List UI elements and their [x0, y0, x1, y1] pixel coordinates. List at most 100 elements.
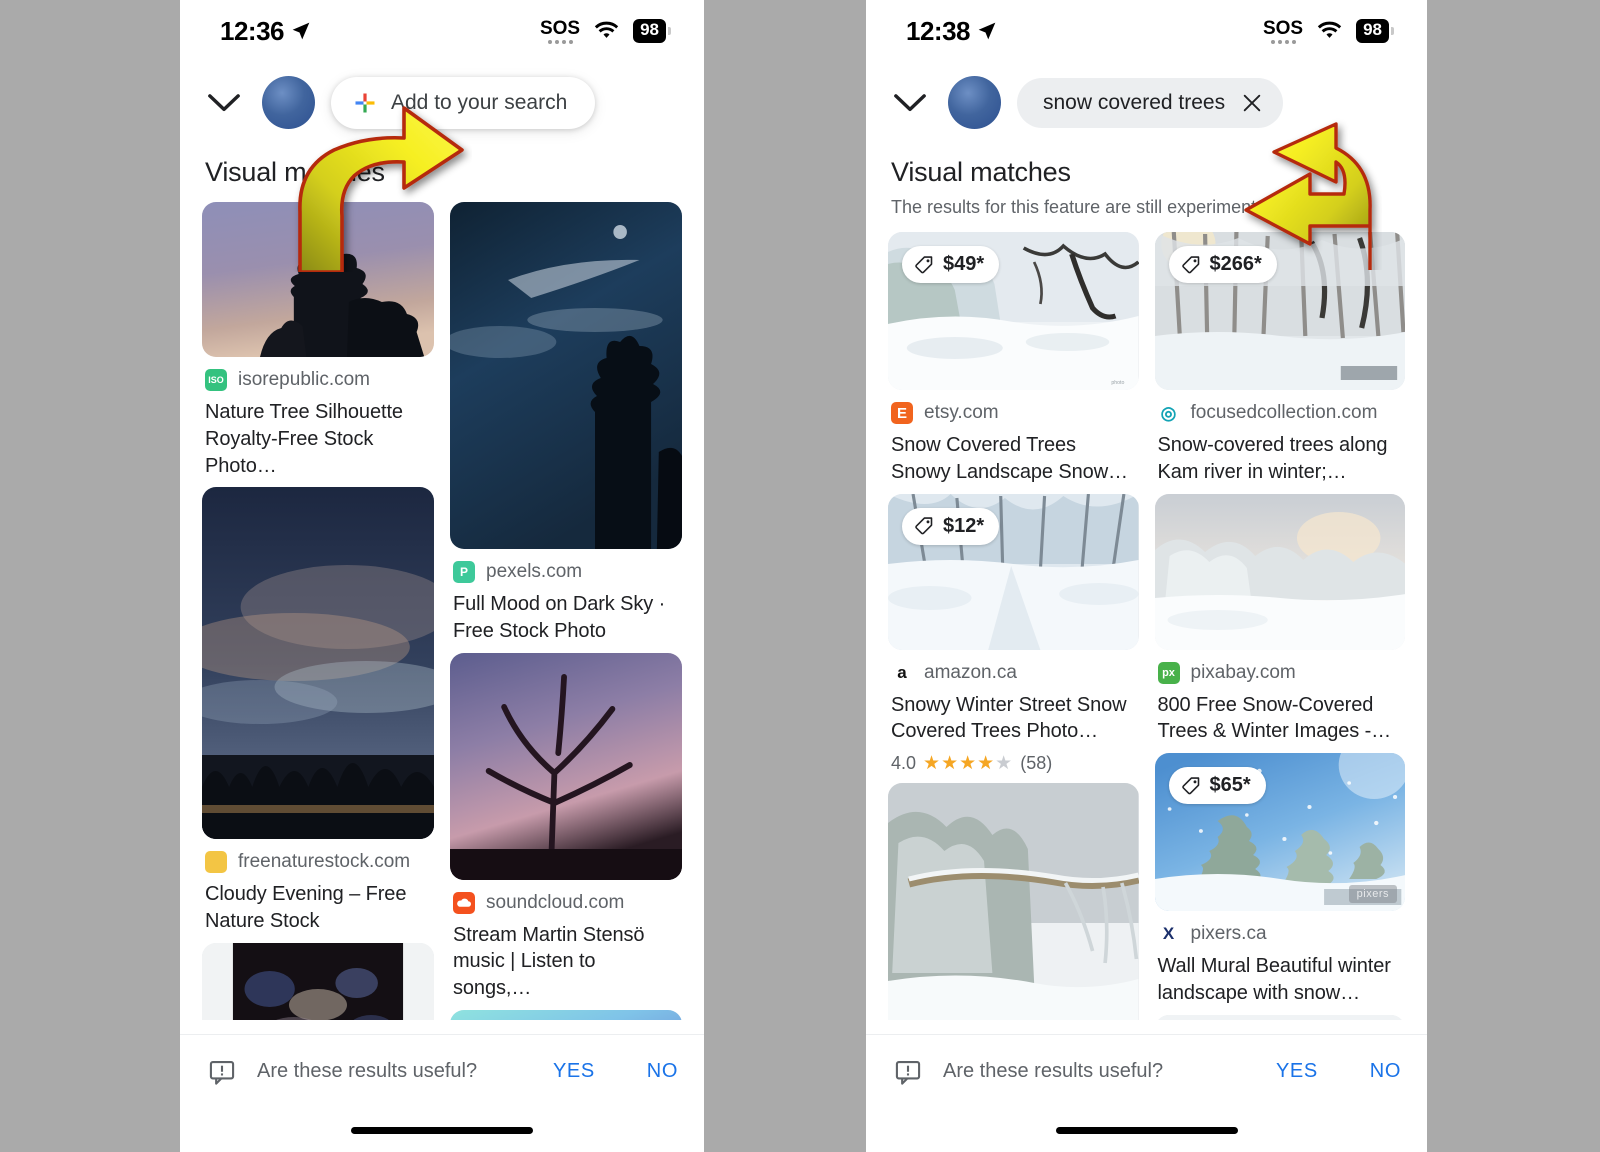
- result-thumbnail[interactable]: [1154, 493, 1405, 650]
- result-title[interactable]: Nature Tree Silhouette Royalty-Free Stoc…: [202, 391, 434, 479]
- page-title: Visual matches: [205, 157, 385, 187]
- feedback-no-button[interactable]: NO: [647, 1060, 678, 1083]
- result-thumbnail[interactable]: [450, 652, 682, 880]
- result-title[interactable]: Snow Covered Trees Snowy Landscape Snow…: [888, 424, 1139, 486]
- result-thumbnail[interactable]: photo $49*: [888, 232, 1139, 390]
- result-title[interactable]: Cloudy Evening – Free Nature Stock: [202, 873, 434, 935]
- result-source-label: etsy.com: [924, 402, 999, 423]
- price-tag-icon: [915, 255, 933, 273]
- feedback-icon[interactable]: [208, 1058, 236, 1086]
- result-thumbnail[interactable]: [202, 202, 434, 357]
- result-title[interactable]: Wall Mural Beautiful winter landscape wi…: [1155, 945, 1406, 1007]
- feedback-question: Are these results useful?: [257, 1060, 478, 1083]
- plus-icon: [355, 93, 375, 112]
- status-bar: 12:36 SOS 98: [180, 0, 704, 62]
- result-title[interactable]: Snow-covered trees along Kam river in wi…: [1155, 424, 1406, 486]
- location-arrow-icon: [292, 22, 310, 40]
- add-to-your-search-label: Add to your search: [391, 90, 568, 114]
- result-source: P pexels.com: [450, 549, 682, 583]
- result-card[interactable]: $266* ◎ focusedcollection.com Snow-cover…: [1154, 232, 1406, 486]
- visual-matches-grid-left: ISO isorepublic.com Nature Tree Silhouet…: [180, 188, 704, 1088]
- screenshot-stage: 12:36 SOS 98 Add to your search Visual m…: [0, 0, 1600, 1152]
- avatar[interactable]: [948, 76, 1001, 129]
- status-time-group: 12:36: [220, 16, 311, 47]
- price-tag-icon: [1181, 776, 1199, 795]
- feedback-yes-button[interactable]: YES: [1276, 1060, 1318, 1083]
- result-thumbnail[interactable]: [888, 783, 1139, 1042]
- soundcloud-favicon: [453, 891, 475, 914]
- page-title: Visual matches: [891, 157, 1071, 187]
- result-source: ◎ focusedcollection.com: [1155, 390, 1406, 424]
- cloudy-evening-treeline-image: [202, 487, 434, 840]
- status-time: 12:38: [906, 15, 971, 46]
- close-icon[interactable]: [1241, 92, 1263, 114]
- search-header-right: snow covered trees: [866, 62, 1427, 139]
- feedback-bar: Are these results useful? YES NO: [866, 1034, 1427, 1152]
- result-card[interactable]: $12* a amazon.ca Snowy Winter Street Sno…: [888, 493, 1139, 776]
- result-source-label: pixabay.com: [1190, 661, 1296, 683]
- search-query-chip[interactable]: snow covered trees: [1017, 77, 1284, 128]
- rating-stars: ★★★★★: [923, 753, 1014, 775]
- sos-indicator: SOS: [1263, 19, 1303, 44]
- wifi-icon: [1317, 21, 1342, 38]
- result-card[interactable]: freenaturestock.com Cloudy Evening – Fre…: [202, 487, 434, 935]
- status-bar: 12:38 SOS 98: [866, 0, 1427, 62]
- result-source-label: freenaturestock.com: [238, 851, 411, 873]
- visual-matches-grid-right: photo $49* E etsy.com Snow Covered Trees…: [866, 218, 1427, 1075]
- etsy-favicon: E: [891, 402, 913, 424]
- home-indicator[interactable]: [866, 1108, 1427, 1152]
- feedback-bar: Are these results useful? YES NO: [180, 1034, 704, 1152]
- purple-dusk-bare-tree-image: [450, 652, 682, 880]
- chevron-down-icon[interactable]: [888, 92, 932, 114]
- isorepublic-favicon: ISO: [205, 369, 227, 391]
- result-card[interactable]: soundcloud.com Stream Martin Stensö musi…: [450, 652, 682, 1002]
- result-thumbnail[interactable]: $12*: [888, 493, 1139, 650]
- page-subtitle: The results for this feature are still e…: [891, 197, 1271, 217]
- search-query-value: snow covered trees: [1043, 90, 1226, 114]
- result-thumbnail[interactable]: $266*: [1154, 232, 1405, 390]
- scroll-fade: [866, 1020, 1427, 1034]
- feedback-icon[interactable]: [894, 1058, 922, 1086]
- result-source: soundcloud.com: [450, 880, 682, 914]
- result-title[interactable]: Stream Martin Stensö music | Listen to s…: [450, 914, 682, 1002]
- result-source-label: isorepublic.com: [238, 369, 370, 390]
- dark-blue-night-sky-pines-image: [450, 202, 682, 549]
- result-title[interactable]: Snowy Winter Street Snow Covered Trees P…: [888, 684, 1139, 746]
- price-badge: $266*: [1168, 246, 1277, 283]
- feedback-no-button[interactable]: NO: [1370, 1060, 1401, 1083]
- result-card[interactable]: photo $49* E etsy.com Snow Covered Trees…: [888, 232, 1139, 486]
- result-thumbnail[interactable]: $65* pixers: [1154, 753, 1405, 912]
- focusedcollection-favicon: ◎: [1157, 402, 1180, 424]
- result-card[interactable]: P pexels.com Full Mood on Dark Sky · Fre…: [450, 202, 682, 645]
- result-title[interactable]: 800 Free Snow-Covered Trees & Winter Ima…: [1155, 684, 1406, 746]
- result-card[interactable]: [888, 783, 1139, 1042]
- price-tag-icon: [915, 517, 933, 535]
- home-indicator[interactable]: [180, 1108, 704, 1152]
- feedback-row: Are these results useful? YES NO: [866, 1035, 1427, 1108]
- status-indicators: SOS 98: [540, 19, 666, 44]
- result-source-label: amazon.ca: [924, 661, 1017, 683]
- signal-dots-icon: [1270, 39, 1296, 44]
- add-to-your-search-button[interactable]: Add to your search: [331, 76, 596, 129]
- avatar[interactable]: [262, 76, 315, 129]
- result-title[interactable]: Full Mood on Dark Sky · Free Stock Photo: [450, 583, 682, 645]
- price-badge: $65*: [1168, 767, 1266, 805]
- wifi-icon: [594, 21, 619, 38]
- freenaturestock-favicon: [205, 851, 227, 874]
- result-thumbnail[interactable]: [202, 487, 434, 840]
- result-card[interactable]: $65* pixers X pixers.ca Wall Mural Beaut…: [1154, 753, 1406, 1007]
- chevron-down-icon[interactable]: [202, 92, 246, 114]
- pexels-favicon: P: [453, 561, 475, 583]
- result-thumbnail[interactable]: [450, 202, 682, 549]
- result-card[interactable]: ISO isorepublic.com Nature Tree Silhouet…: [202, 202, 434, 479]
- result-source: a amazon.ca: [888, 650, 1139, 684]
- rating-value: 4.0: [891, 753, 917, 774]
- result-card[interactable]: px pixabay.com 800 Free Snow-Covered Tre…: [1154, 493, 1406, 746]
- scroll-fade: [180, 1020, 704, 1034]
- grid-column-left: ISO isorepublic.com Nature Tree Silhouet…: [202, 202, 434, 1088]
- feedback-yes-button[interactable]: YES: [553, 1060, 595, 1083]
- result-source-label: pexels.com: [486, 561, 583, 582]
- price-badge: $49*: [902, 246, 1000, 283]
- svg-text:photo: photo: [1111, 380, 1124, 386]
- price-label: $12*: [943, 514, 985, 537]
